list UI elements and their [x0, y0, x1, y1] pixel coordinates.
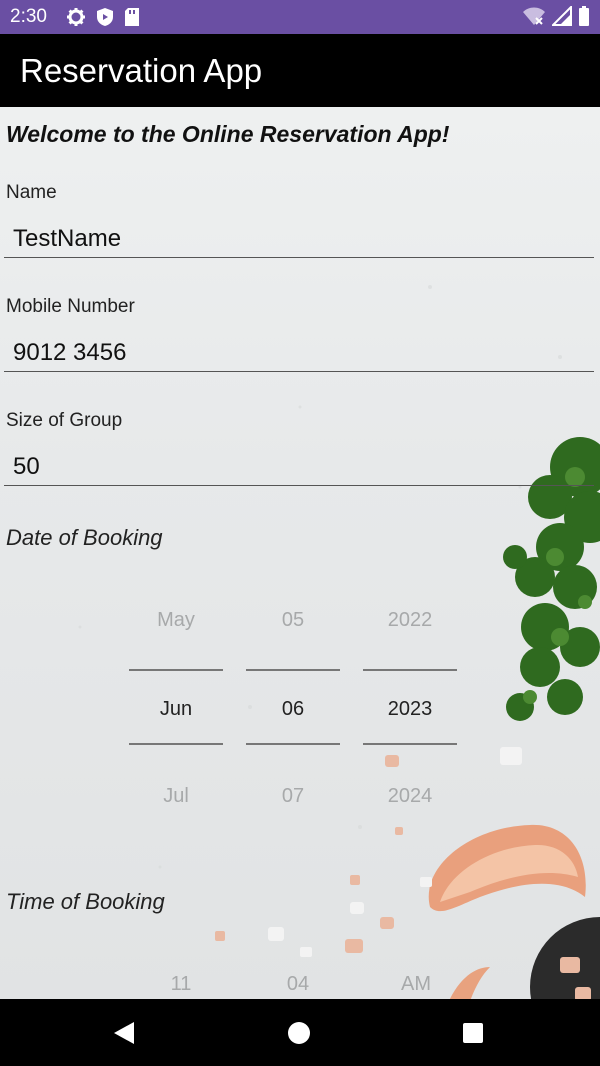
- time-of-booking-label: Time of Booking: [6, 889, 165, 914]
- name-underline: [4, 257, 594, 258]
- status-time: 2:30: [10, 6, 47, 27]
- name-input[interactable]: TestName: [13, 225, 121, 253]
- group-size-input[interactable]: 50: [13, 453, 40, 481]
- year-picker-bottom-line: [363, 743, 457, 745]
- app-title: Reservation App: [20, 52, 263, 89]
- month-picker-bottom-line: [129, 743, 223, 745]
- battery-icon: [579, 6, 589, 26]
- settings-icon: [67, 8, 85, 26]
- signal-icon: [552, 6, 572, 26]
- name-label: Name: [6, 182, 57, 203]
- month-next[interactable]: Jul: [129, 785, 223, 808]
- day-prev[interactable]: 05: [246, 609, 340, 632]
- mobile-underline: [4, 371, 594, 372]
- status-bar: 2:30: [0, 0, 600, 34]
- month-picker-top-line: [129, 669, 223, 671]
- group-size-underline: [4, 485, 594, 486]
- mobile-label: Mobile Number: [6, 296, 135, 317]
- year-selected[interactable]: 2023: [363, 698, 457, 721]
- recents-icon[interactable]: [462, 1022, 484, 1044]
- year-next[interactable]: 2024: [363, 785, 457, 808]
- reservation-form[interactable]: Welcome to the Online Reservation App! N…: [0, 107, 600, 999]
- minute-next[interactable]: 04: [251, 973, 345, 996]
- year-picker-top-line: [363, 669, 457, 671]
- month-selected[interactable]: Jun: [129, 698, 223, 721]
- navigation-bar: [0, 999, 600, 1066]
- ampm-next[interactable]: AM: [369, 973, 463, 996]
- day-picker-top-line: [246, 669, 340, 671]
- welcome-heading: Welcome to the Online Reservation App!: [6, 121, 450, 147]
- shield-play-icon: [97, 8, 113, 26]
- date-of-booking-label: Date of Booking: [6, 525, 163, 550]
- day-picker-bottom-line: [246, 743, 340, 745]
- day-selected[interactable]: 06: [246, 698, 340, 721]
- app-bar: Reservation App: [0, 34, 600, 107]
- year-prev[interactable]: 2022: [363, 609, 457, 632]
- mobile-input[interactable]: 9012 3456: [13, 339, 126, 367]
- wifi-off-icon: [523, 7, 545, 25]
- sd-card-icon: [125, 8, 139, 26]
- group-size-label: Size of Group: [6, 410, 123, 431]
- hour-next[interactable]: 11: [134, 973, 228, 996]
- home-icon[interactable]: [287, 1021, 311, 1045]
- back-icon[interactable]: [112, 1021, 136, 1045]
- month-prev[interactable]: May: [129, 609, 223, 632]
- day-next[interactable]: 07: [246, 785, 340, 808]
